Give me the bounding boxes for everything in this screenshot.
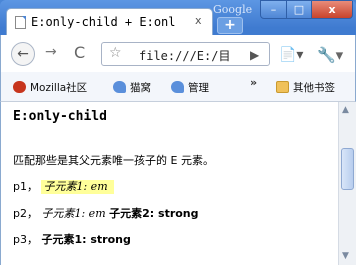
p1-label: p1，: [13, 180, 38, 193]
paragraph-p3: p3， 子元素1: strong: [13, 231, 131, 247]
url-truncated-char: 目: [218, 49, 231, 63]
p2-label: p2，: [13, 207, 38, 220]
bookmark-guanli[interactable]: 管理: [171, 80, 209, 95]
bookmark-star-icon[interactable]: ☆: [109, 45, 122, 61]
bookmarks-overflow-button[interactable]: »: [250, 76, 257, 89]
bookmark-label: 其他书签: [293, 82, 335, 94]
active-tab[interactable]: E:only-child + E:onl x: [6, 8, 213, 35]
bookmarks-bar: Mozilla社区 猫窝 管理 » 其他书签: [0, 72, 356, 102]
minimize-button[interactable]: –: [260, 0, 287, 19]
back-button[interactable]: ←: [11, 42, 35, 66]
bookmark-label: 猫窝: [130, 82, 151, 94]
bookmark-label: Mozilla社区: [30, 82, 88, 94]
close-button[interactable]: x: [311, 0, 353, 19]
navigation-toolbar: ← → C ☆ file:///E:/目 ▶ 📄▾ 🔧▾: [0, 35, 356, 72]
p2-em: 子元素1: em: [41, 207, 106, 220]
url-text: file:///E:/目: [139, 47, 243, 64]
scrollbar-thumb[interactable]: [341, 148, 354, 190]
p2-strong: 子元素2: strong: [109, 207, 199, 220]
maximize-button[interactable]: □: [286, 0, 312, 19]
vertical-scrollbar[interactable]: ▲ ▼: [338, 102, 356, 265]
page-menu-button[interactable]: 📄▾: [279, 47, 303, 63]
folder-icon: [276, 81, 289, 93]
page-content: E:only-child 匹配那些是其父元素唯一孩子的 E 元素。 p1， 子元…: [0, 102, 356, 265]
p3-strong: 子元素1: strong: [41, 233, 131, 246]
other-bookmarks[interactable]: 其他书签: [276, 80, 335, 95]
tools-menu-button[interactable]: 🔧▾: [317, 46, 343, 64]
page-icon: [15, 16, 26, 29]
reload-button[interactable]: C: [74, 43, 85, 62]
bookmark-mozilla[interactable]: Mozilla社区: [13, 80, 87, 95]
paragraph-p2: p2， 子元素1: em 子元素2: strong: [13, 205, 199, 221]
bookmark-site-icon: [113, 81, 126, 93]
description-text: 匹配那些是其父元素唯一孩子的 E 元素。: [13, 154, 214, 167]
url-value: file:///E:/: [139, 49, 219, 63]
scroll-down-icon[interactable]: ▼: [342, 251, 349, 261]
p3-label: p3，: [13, 233, 38, 246]
p1-em-highlighted: 子元素1: em: [41, 180, 114, 194]
page-heading: E:only-child: [13, 109, 107, 124]
bookmark-site-icon: [171, 81, 184, 93]
address-bar[interactable]: ☆ file:///E:/目 ▶: [101, 42, 270, 66]
forward-button[interactable]: →: [45, 44, 57, 60]
browser-brand: Google: [213, 3, 253, 16]
paragraph-p1: p1， 子元素1: em: [13, 178, 114, 194]
tab-title: E:only-child + E:onl: [31, 15, 176, 29]
scroll-up-icon[interactable]: ▲: [342, 105, 349, 115]
browser-window: E:only-child + E:onl x + Google – □ x ← …: [0, 0, 356, 265]
tab-close-icon[interactable]: x: [195, 14, 202, 27]
mozilla-icon: [13, 81, 26, 93]
go-icon[interactable]: ▶: [250, 48, 259, 62]
new-tab-button[interactable]: +: [217, 17, 243, 34]
bookmark-label: 管理: [188, 82, 209, 94]
bookmark-maowo[interactable]: 猫窝: [113, 80, 151, 95]
